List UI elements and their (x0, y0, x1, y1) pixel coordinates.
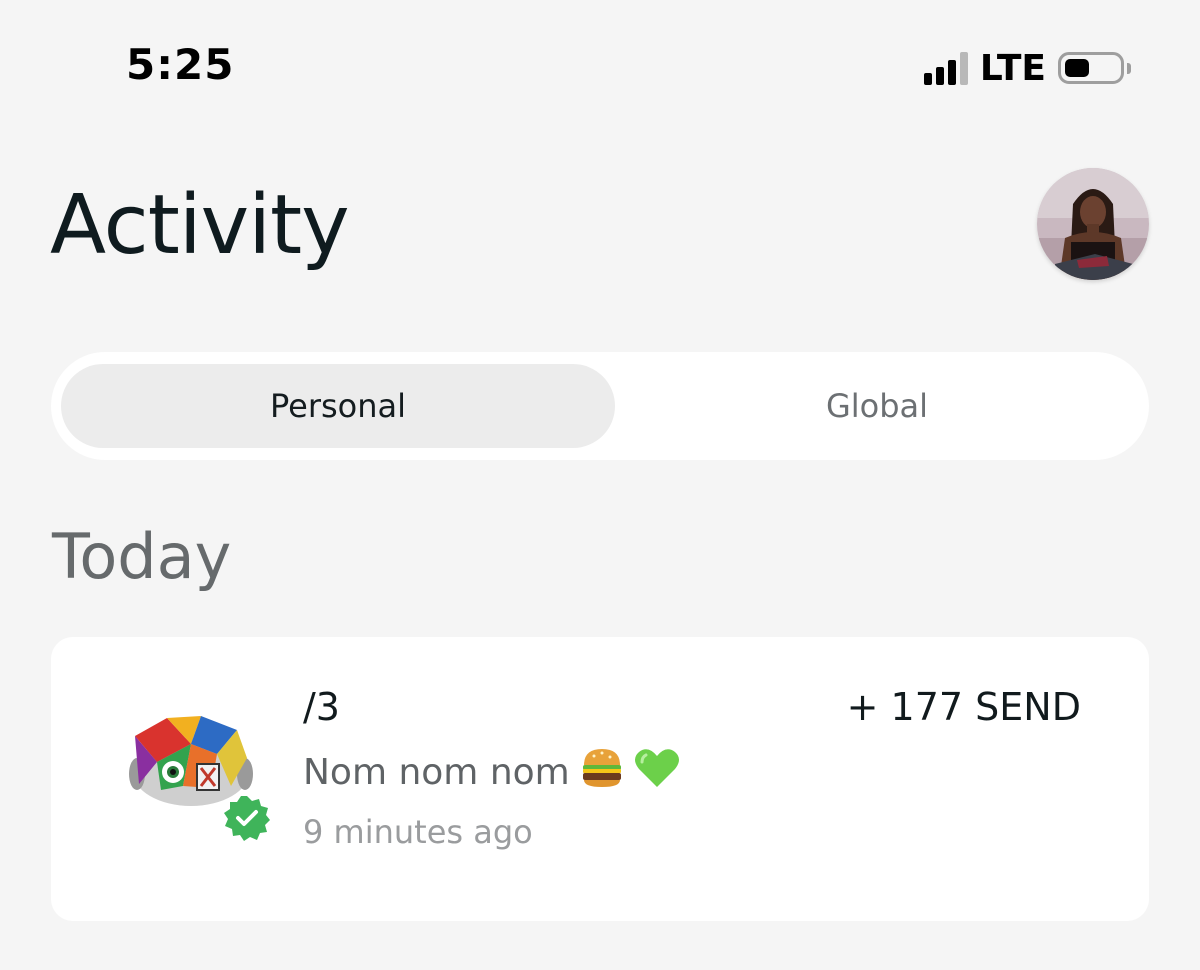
activity-amount: + 177 SEND (846, 685, 1081, 729)
status-time: 5:25 (126, 40, 235, 89)
verified-badge-icon (224, 795, 270, 841)
activity-item[interactable]: /3 Nom nom nom 9 minutes ago + 177 SEND (51, 637, 1149, 921)
network-label: LTE (979, 47, 1046, 89)
status-bar-right: LTE (923, 46, 1131, 90)
activity-message-row: Nom nom nom (303, 747, 680, 798)
tab-global[interactable]: Global (615, 364, 1139, 448)
green-heart-emoji-icon (634, 747, 680, 798)
battery-icon (1058, 52, 1131, 84)
tab-personal[interactable]: Personal (61, 364, 615, 448)
activity-message: Nom nom nom (303, 752, 570, 793)
signal-icon (923, 51, 968, 85)
activity-timestamp: 9 minutes ago (303, 813, 533, 851)
burger-emoji-icon (580, 747, 624, 798)
activity-scope-tabs: Personal Global (51, 352, 1149, 460)
page-title: Activity (50, 178, 350, 273)
activity-screen: 5:25 LTE Activity Personal Global Today … (0, 0, 1200, 970)
activity-thumbnail (127, 714, 255, 806)
section-heading-today: Today (52, 520, 232, 593)
profile-avatar[interactable] (1037, 168, 1149, 280)
activity-title: /3 (303, 685, 340, 729)
